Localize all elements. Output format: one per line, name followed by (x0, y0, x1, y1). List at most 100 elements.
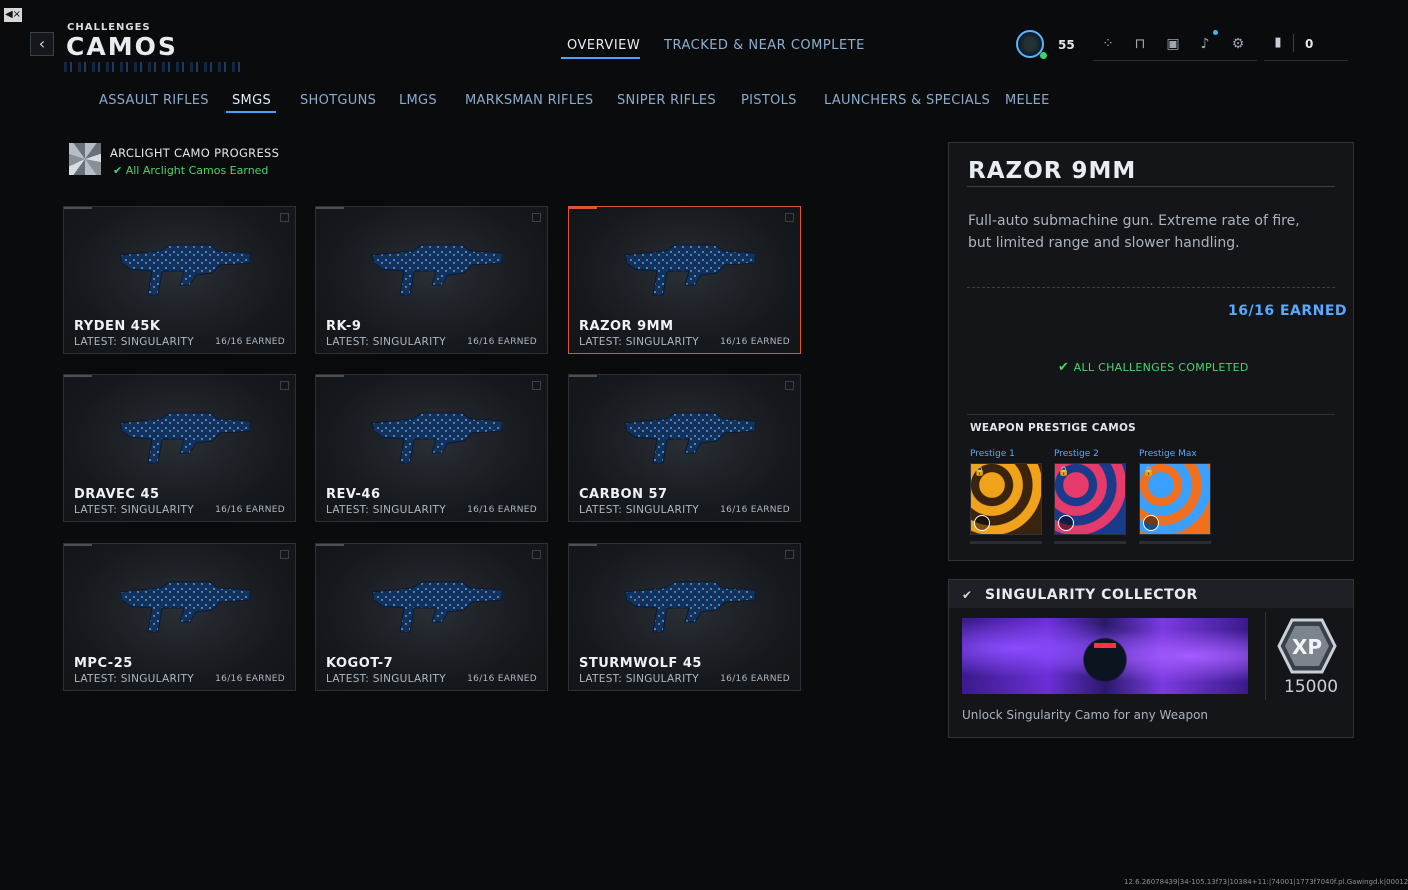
card-progress-bar (64, 207, 92, 209)
challenges-complete-status: ✔ ALL CHALLENGES COMPLETED (1058, 360, 1249, 375)
prestige-1-camo[interactable]: 🔒 (970, 463, 1042, 535)
card-corner-icon (532, 381, 541, 390)
card-corner-icon (280, 381, 289, 390)
weapon-card[interactable]: STURMWOLF 45 LATEST: SINGULARITY 16/16 EAR… (568, 543, 801, 691)
detail-weapon-name: RAZOR 9MM (968, 158, 1137, 184)
weapon-earned-count: 16/16 EARNED (215, 337, 285, 347)
xp-badge-text: XP (1292, 635, 1322, 659)
weapon-latest-camo: LATEST: SINGULARITY (579, 336, 699, 348)
weapon-name: CARBON 57 (579, 487, 668, 502)
tab-tracked-near-complete[interactable]: TRACKED & NEAR COMPLETE (664, 38, 865, 53)
weapon-name: REV-46 (326, 487, 381, 502)
lock-icon: 🔒 (1143, 467, 1155, 477)
online-status-dot (1040, 52, 1047, 59)
social-icon[interactable]: ⁘ (1098, 34, 1118, 54)
prestige-1-progress (970, 541, 1042, 544)
tab-overview[interactable]: OVERVIEW (567, 38, 640, 53)
weapon-name: MPC-25 (74, 656, 133, 671)
settings-gear-icon[interactable]: ⚙ (1228, 34, 1248, 54)
lock-icon: 🔒 (974, 467, 986, 477)
xp-badge-icon: XP (1277, 618, 1337, 674)
card-progress-bar (316, 207, 344, 209)
weapon-image (371, 244, 503, 296)
currency-icon[interactable]: ▮ (1270, 34, 1286, 52)
prestige-badge-icon (974, 515, 990, 531)
weapon-card[interactable]: RAZOR 9MM LATEST: SINGULARITY 16/16 EARNED (568, 206, 801, 354)
tab-lmgs[interactable]: LMGS (399, 93, 437, 108)
notification-bell-icon[interactable]: ♪ (1195, 34, 1215, 54)
tab-assault-rifles[interactable]: ASSAULT RIFLES (99, 93, 209, 108)
weapon-earned-count: 16/16 EARNED (720, 337, 790, 347)
weapon-latest-camo: LATEST: SINGULARITY (74, 504, 194, 516)
weapon-name: RYDEN 45K (74, 319, 161, 334)
weapon-card[interactable]: DRAVEC 45 LATEST: SINGULARITY 16/16 EARNED (63, 374, 296, 522)
tab-sniper-rifles[interactable]: SNIPER RIFLES (617, 93, 716, 108)
check-icon: ✔ (113, 164, 126, 177)
card-corner-icon (280, 213, 289, 222)
weapon-earned-count: 16/16 EARNED (215, 674, 285, 684)
check-icon: ✔ (962, 588, 973, 602)
check-icon: ✔ (1058, 360, 1074, 375)
arclight-status-text: All Arclight Camos Earned (125, 164, 269, 177)
weapon-card[interactable]: MPC-25 LATEST: SINGULARITY 16/16 EARNED (63, 543, 296, 691)
prestige-2-camo[interactable]: 🔒 (1054, 463, 1126, 535)
card-progress-bar (64, 375, 92, 377)
weapon-name: STURMWOLF 45 (579, 656, 702, 671)
weapon-card[interactable]: RK-9 LATEST: SINGULARITY 16/16 EARNED (315, 206, 548, 354)
weapon-latest-camo: LATEST: SINGULARITY (326, 336, 446, 348)
tab-marksman-rifles[interactable]: MARKSMAN RIFLES (465, 93, 593, 108)
weapon-card[interactable]: RYDEN 45K LATEST: SINGULARITY 16/16 EARNED (63, 206, 296, 354)
weapon-image (119, 412, 251, 464)
weapon-latest-camo: LATEST: SINGULARITY (74, 673, 194, 685)
weapon-earned-count: 16/16 EARNED (467, 674, 537, 684)
weapon-earned-count: 16/16 EARNED (720, 674, 790, 684)
divider (967, 186, 1335, 187)
xp-reward-value: 15000 (1284, 677, 1339, 697)
prestige-badge-icon (1058, 515, 1074, 531)
prestige-max-camo[interactable]: 🔒 (1139, 463, 1211, 535)
page-title: CAMOS (66, 32, 178, 61)
divider (967, 287, 1335, 289)
calling-card-visor (1094, 643, 1116, 648)
card-progress-bar (569, 375, 597, 377)
weapon-earned-count: 16/16 EARNED (215, 505, 285, 515)
weapon-card[interactable]: CARBON 57 LATEST: SINGULARITY 16/16 EARNED (568, 374, 801, 522)
weapon-image (371, 412, 503, 464)
card-progress-bar (316, 544, 344, 546)
weapon-latest-camo: LATEST: SINGULARITY (326, 504, 446, 516)
rank-level: 55 (1058, 38, 1075, 52)
weapon-name: DRAVEC 45 (74, 487, 160, 502)
card-corner-icon (785, 550, 794, 559)
weapon-latest-camo: LATEST: SINGULARITY (74, 336, 194, 348)
card-corner-icon (280, 550, 289, 559)
weapon-earned-count: 16/16 EARNED (720, 505, 790, 515)
card-progress-bar (316, 375, 344, 377)
detail-description: Full-auto submachine gun. Extreme rate o… (968, 213, 1300, 251)
tab-smgs[interactable]: SMGS (232, 93, 271, 108)
store-icon[interactable]: ▣ (1163, 34, 1183, 54)
card-corner-icon (785, 213, 794, 222)
tab-shotguns[interactable]: SHOTGUNS (300, 93, 376, 108)
mute-icon[interactable]: ◀× (4, 8, 22, 22)
weapon-earned-count: 16/16 EARNED (467, 505, 537, 515)
tab-melee[interactable]: MELEE (1005, 93, 1050, 108)
weapon-card[interactable]: KOGOT-7 LATEST: SINGULARITY 16/16 EARNED (315, 543, 548, 691)
reward-description: Unlock Singularity Camo for any Weapon (962, 708, 1209, 722)
card-progress-bar (64, 544, 92, 546)
tab-launchers-specials[interactable]: LAUNCHERS & SPECIALS (824, 93, 990, 108)
back-button[interactable]: ‹ (30, 32, 54, 56)
notification-dot (1213, 30, 1218, 35)
weapon-earned-count: 16/16 EARNED (467, 337, 537, 347)
reward-calling-card-image (962, 618, 1248, 694)
weapon-image (119, 244, 251, 296)
divider (1293, 34, 1294, 52)
weapon-card[interactable]: REV-46 LATEST: SINGULARITY 16/16 EARNED (315, 374, 548, 522)
weapon-latest-camo: LATEST: SINGULARITY (326, 673, 446, 685)
tab-smgs-underline (226, 111, 276, 113)
prestige-2-progress (1054, 541, 1126, 544)
reward-title: SINGULARITY COLLECTOR (985, 587, 1198, 603)
weapon-name: KOGOT-7 (326, 656, 394, 671)
tab-pistols[interactable]: PISTOLS (741, 93, 797, 108)
weapon-name: RK-9 (326, 319, 362, 334)
unlock-icon[interactable]: ⊓ (1130, 34, 1150, 54)
